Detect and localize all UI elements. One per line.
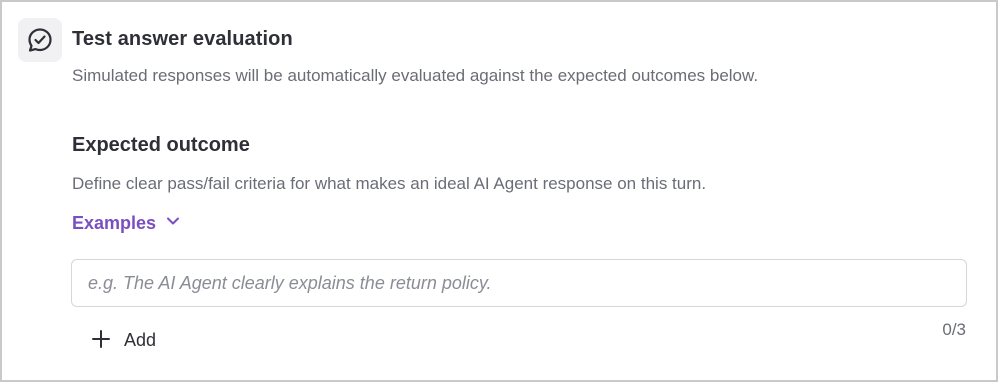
- plus-icon: [90, 328, 112, 353]
- expected-outcome-input[interactable]: [72, 260, 966, 306]
- expected-outcome-description: Define clear pass/fail criteria for what…: [72, 174, 707, 193]
- examples-toggle[interactable]: Examples: [72, 212, 182, 235]
- chat-check-icon: [18, 18, 62, 62]
- outcome-counter: 0/3: [942, 320, 966, 339]
- examples-label: Examples: [72, 213, 157, 233]
- chevron-down-icon: [164, 212, 182, 235]
- evaluation-panel: Test answer evaluation Simulated respons…: [0, 0, 998, 382]
- add-outcome-button[interactable]: Add: [90, 328, 156, 353]
- add-button-label: Add: [124, 330, 157, 350]
- expected-outcome-heading: Expected outcome: [72, 134, 250, 156]
- section-subtitle: Simulated responses will be automaticall…: [72, 66, 759, 85]
- expected-outcome-input-wrapper: [71, 259, 967, 307]
- section-heading: Test answer evaluation: [72, 28, 293, 50]
